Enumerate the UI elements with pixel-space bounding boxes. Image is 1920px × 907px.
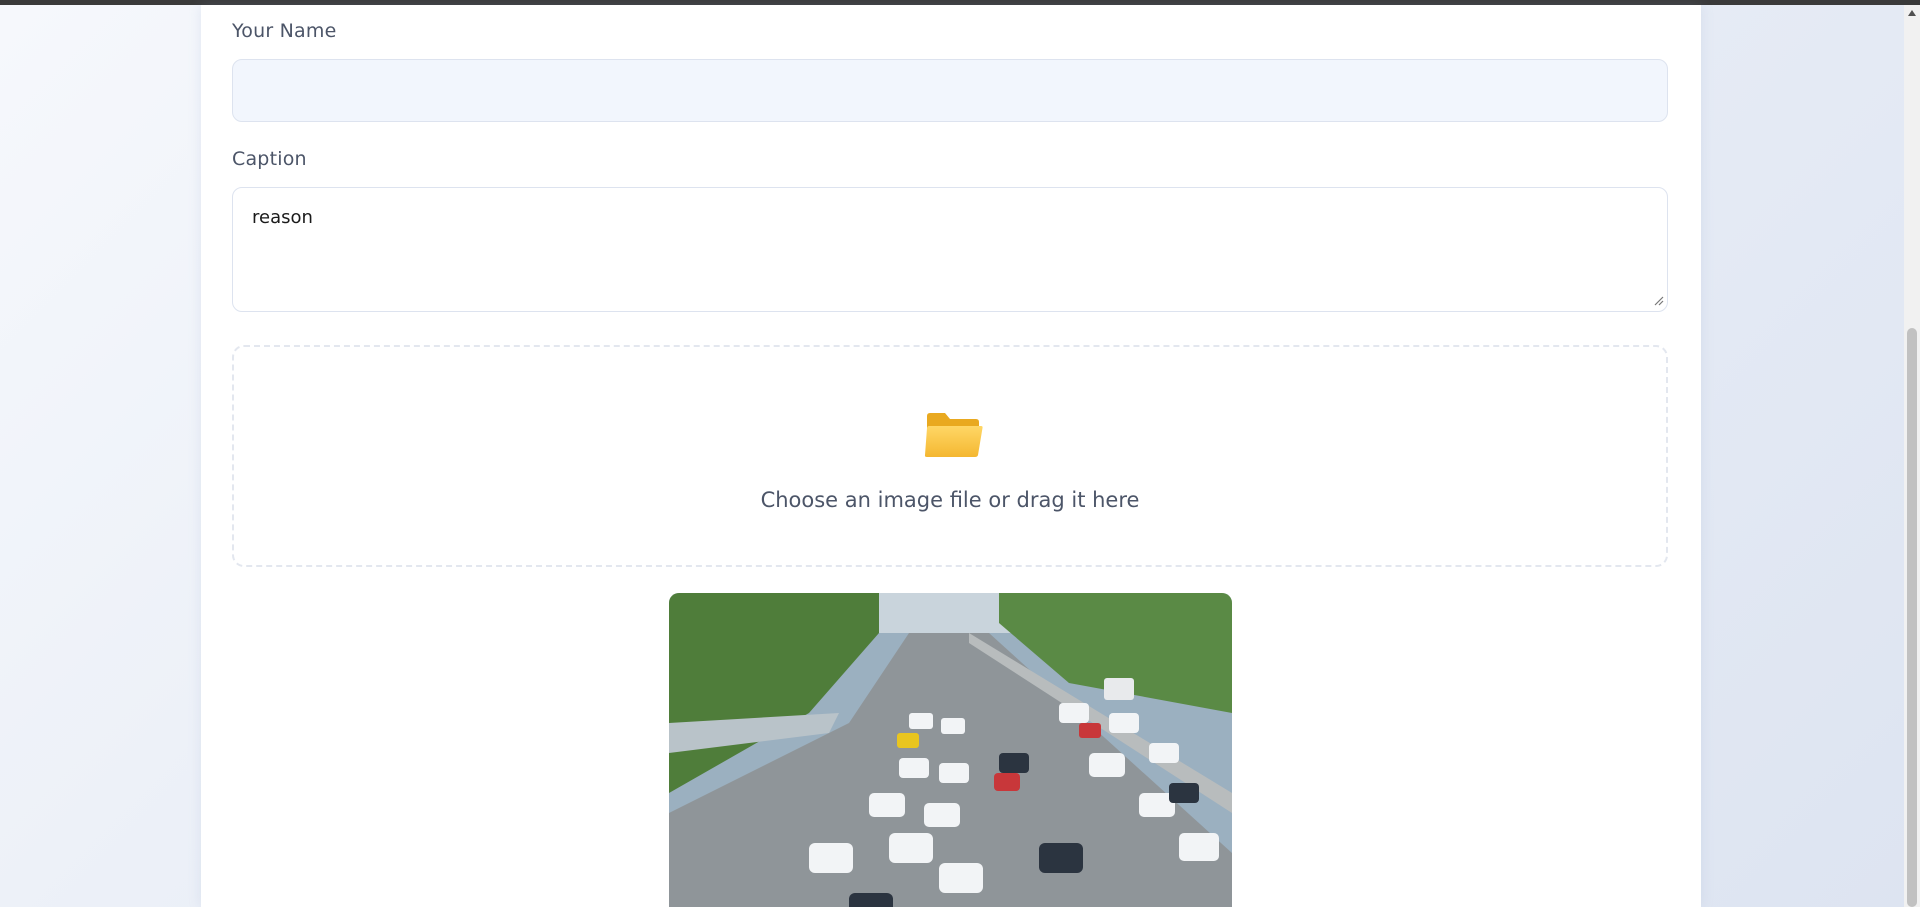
dropzone-text: Choose an image file or drag it here [760, 488, 1140, 512]
caption-textarea[interactable] [232, 187, 1668, 312]
scroll-up-icon[interactable] [1904, 5, 1920, 21]
name-input[interactable] [232, 59, 1668, 122]
scrollbar-thumb[interactable] [1907, 328, 1917, 907]
folder-icon [924, 413, 983, 457]
image-preview [669, 593, 1232, 907]
caption-value: reason [252, 207, 313, 228]
resize-handle-icon[interactable] [1654, 296, 1664, 306]
caption-label: Caption [232, 148, 307, 170]
name-label: Your Name [232, 20, 337, 42]
